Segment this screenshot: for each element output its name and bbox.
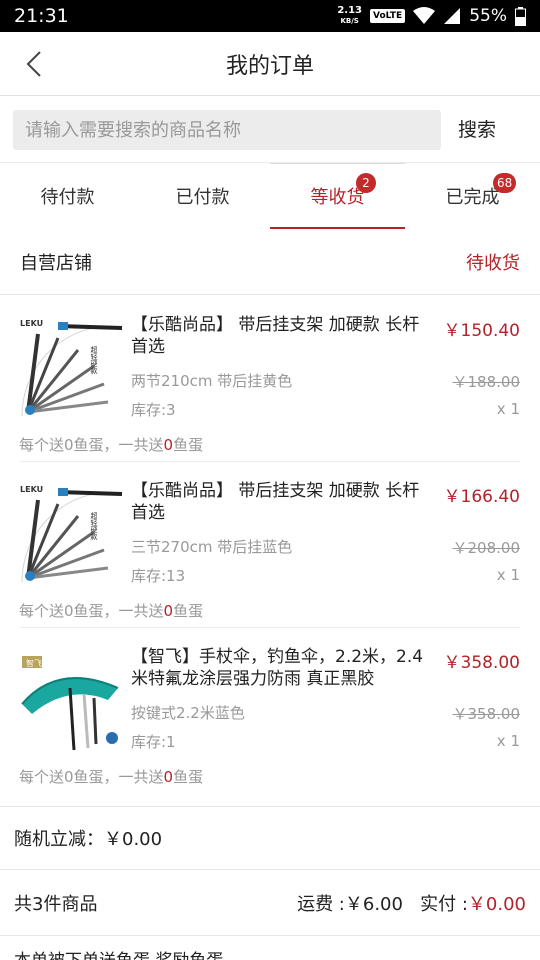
paid-value: ￥0.00 [467, 893, 526, 915]
product-quantity: x 1 [496, 400, 520, 418]
reward-note: 本单被下单送鱼蛋 奖励鱼蛋 [14, 946, 223, 960]
thumb-text: 超轻硬款 [90, 511, 98, 541]
product-title: 【乐酷尚品】 带后挂支架 加硬款 长杆首选 [131, 315, 420, 357]
random-discount-row: 随机立减： ￥0.00 [0, 806, 540, 870]
thumb-brand: LEKU [20, 319, 43, 328]
tab-paid[interactable]: 已付款 [135, 163, 270, 229]
network-speed-value: 2.13 [337, 5, 362, 16]
page-title: 我的订单 [225, 53, 314, 79]
egg-reward-count: 0 [163, 768, 174, 786]
search-input[interactable] [13, 110, 441, 150]
network-speed: 2.13 KB/S [337, 6, 362, 26]
order-tabs: 待付款 已付款 等收货 2 已完成 68 [0, 163, 540, 229]
product-quantity: x 1 [496, 566, 520, 584]
store-header: 自营店铺 待收货 [0, 229, 540, 295]
tab-label: 已付款 [175, 187, 230, 208]
product-variant: 按键式2.2米蓝色 [131, 704, 245, 722]
order-summary: 共3件商品 运费 :￥6.00 实付 :￥0.00 [0, 870, 540, 936]
original-price: ￥188.00 [452, 373, 521, 391]
product-image: 智飞 [18, 648, 122, 752]
order-status: 待收货 [466, 252, 520, 274]
search-button[interactable]: 搜索 [458, 115, 496, 142]
product-price: ￥150.40 [443, 321, 520, 341]
product-image: LEKU 超轻硬款 [18, 316, 123, 420]
order-item[interactable]: LEKU 超轻硬款 【乐酷尚品】 带后挂支架 加硬款 长杆首选 ￥150.40 … [0, 296, 540, 462]
product-variant: 两节210cm 带后挂黄色 [131, 372, 293, 390]
product-variant: 三节270cm 带后挂蓝色 [131, 538, 293, 556]
product-stock: 库存:3 [131, 401, 176, 419]
egg-reward-unit: 鱼蛋 [173, 602, 204, 620]
egg-reward-text: 每个送0鱼蛋，一共送 [19, 602, 164, 620]
back-button[interactable] [18, 48, 50, 80]
tab-badge: 68 [493, 173, 517, 193]
thumb-brand: 智飞 [26, 658, 42, 668]
search-bar: 搜索 [0, 97, 540, 163]
nav-bar: 我的订单 [0, 32, 540, 96]
wifi-icon [413, 7, 436, 24]
store-name: 自营店铺 [20, 252, 92, 274]
status-time: 21:31 [14, 5, 69, 27]
tab-pending-payment[interactable]: 待付款 [0, 163, 135, 229]
product-title: 【智飞】手杖伞，钓鱼伞，2.2米，2.4米特氟龙涂层强力防雨 真正黑胶 [131, 647, 424, 689]
battery-level: 55% [469, 6, 507, 26]
chevron-left-icon [26, 51, 41, 77]
product-price: ￥166.40 [443, 487, 520, 507]
egg-reward-text: 每个送0鱼蛋，一共送 [19, 768, 164, 786]
egg-reward-text: 每个送0鱼蛋，一共送 [19, 436, 164, 454]
order-totals: 运费 :￥6.00 实付 :￥0.00 [297, 890, 526, 916]
egg-reward-unit: 鱼蛋 [173, 436, 204, 454]
tab-awaiting-delivery[interactable]: 等收货 2 [270, 163, 405, 229]
product-price: ￥358.00 [443, 653, 520, 673]
egg-reward-count: 0 [163, 436, 174, 454]
tab-label: 待付款 [40, 187, 95, 208]
shipping-label: 运费 : [297, 893, 345, 915]
thumb-text: 超轻硬款 [90, 345, 98, 375]
volte-badge: VoLTE [370, 9, 406, 23]
thumb-brand: LEKU [20, 485, 43, 494]
order-item[interactable]: LEKU 超轻硬款 【乐酷尚品】 带后挂支架 加硬款 长杆首选 ￥166.40 … [0, 462, 540, 628]
product-stock: 库存:13 [131, 567, 186, 585]
product-quantity: x 1 [496, 732, 520, 750]
status-icons: 2.13 KB/S VoLTE 55% [337, 6, 526, 26]
tab-badge: 2 [356, 173, 376, 193]
tab-completed[interactable]: 已完成 68 [405, 163, 540, 229]
tab-label: 已完成 [445, 187, 500, 208]
original-price: ￥208.00 [452, 539, 521, 557]
random-discount-label: 随机立减： [14, 829, 104, 850]
product-stock: 库存:1 [131, 733, 176, 751]
egg-reward-unit: 鱼蛋 [173, 768, 204, 786]
egg-reward: 每个送0鱼蛋，一共送0鱼蛋 [19, 600, 203, 621]
random-discount-value: ￥0.00 [104, 829, 163, 850]
egg-reward-count: 0 [163, 602, 174, 620]
egg-reward: 每个送0鱼蛋，一共送0鱼蛋 [19, 766, 203, 787]
egg-reward: 每个送0鱼蛋，一共送0鱼蛋 [19, 434, 203, 455]
status-bar: 21:31 2.13 KB/S VoLTE 55% [0, 0, 540, 32]
original-price: ￥358.00 [452, 705, 521, 723]
paid-label: 实付 : [420, 893, 468, 915]
network-speed-unit: KB/S [340, 17, 359, 25]
product-title: 【乐酷尚品】 带后挂支架 加硬款 长杆首选 [131, 481, 420, 523]
signal-icon [444, 8, 461, 24]
battery-icon [515, 6, 526, 26]
shipping-value: ￥6.00 [344, 893, 403, 915]
product-image: LEKU 超轻硬款 [18, 482, 123, 586]
order-item[interactable]: 智飞 【智飞】手杖伞，钓鱼伞，2.2米，2.4米特氟龙涂层强力防雨 真正黑胶 ￥… [0, 628, 540, 794]
item-count: 共3件商品 [14, 893, 98, 915]
